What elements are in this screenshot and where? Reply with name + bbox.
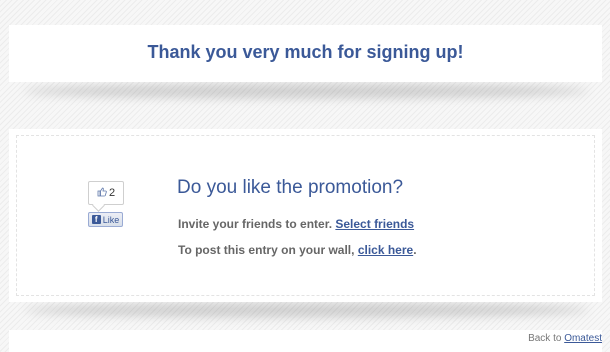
back-to-text: Back to	[528, 333, 562, 344]
header-panel: Thank you very much for signing up!	[9, 25, 602, 82]
page: { "header": { "title": "Thank you very m…	[0, 0, 610, 352]
thank-you-heading: Thank you very much for signing up!	[147, 42, 464, 62]
header-shadow	[24, 84, 589, 98]
facebook-logo-icon: f	[91, 215, 101, 224]
promo-shadow	[24, 303, 589, 317]
back-to-line: Back to Omatest	[528, 333, 602, 344]
like-button-label: Like	[102, 214, 120, 225]
thumbs-up-icon	[97, 187, 107, 200]
click-here-link[interactable]: click here	[358, 243, 413, 257]
like-count-bubble: 2	[88, 181, 124, 205]
back-to-omatest-link[interactable]: Omatest	[564, 333, 602, 344]
footer-panel: Back to Omatest	[9, 330, 602, 352]
post-suffix: .	[413, 243, 417, 257]
post-text: To post this entry on your wall,	[178, 243, 355, 257]
post-line: To post this entry on your wall, click h…	[178, 243, 417, 257]
select-friends-link[interactable]: Select friends	[335, 217, 414, 231]
facebook-like-widget: 2 f Like	[88, 181, 126, 227]
promo-panel: 2 f Like Do you like the promotion? Invi…	[9, 129, 602, 302]
invite-text: Invite your friends to enter.	[178, 217, 333, 231]
promotion-question: Do you like the promotion?	[177, 177, 404, 198]
like-count: 2	[108, 187, 116, 199]
like-button[interactable]: f Like	[88, 212, 123, 227]
invite-line: Invite your friends to enter. Select fri…	[178, 217, 414, 231]
